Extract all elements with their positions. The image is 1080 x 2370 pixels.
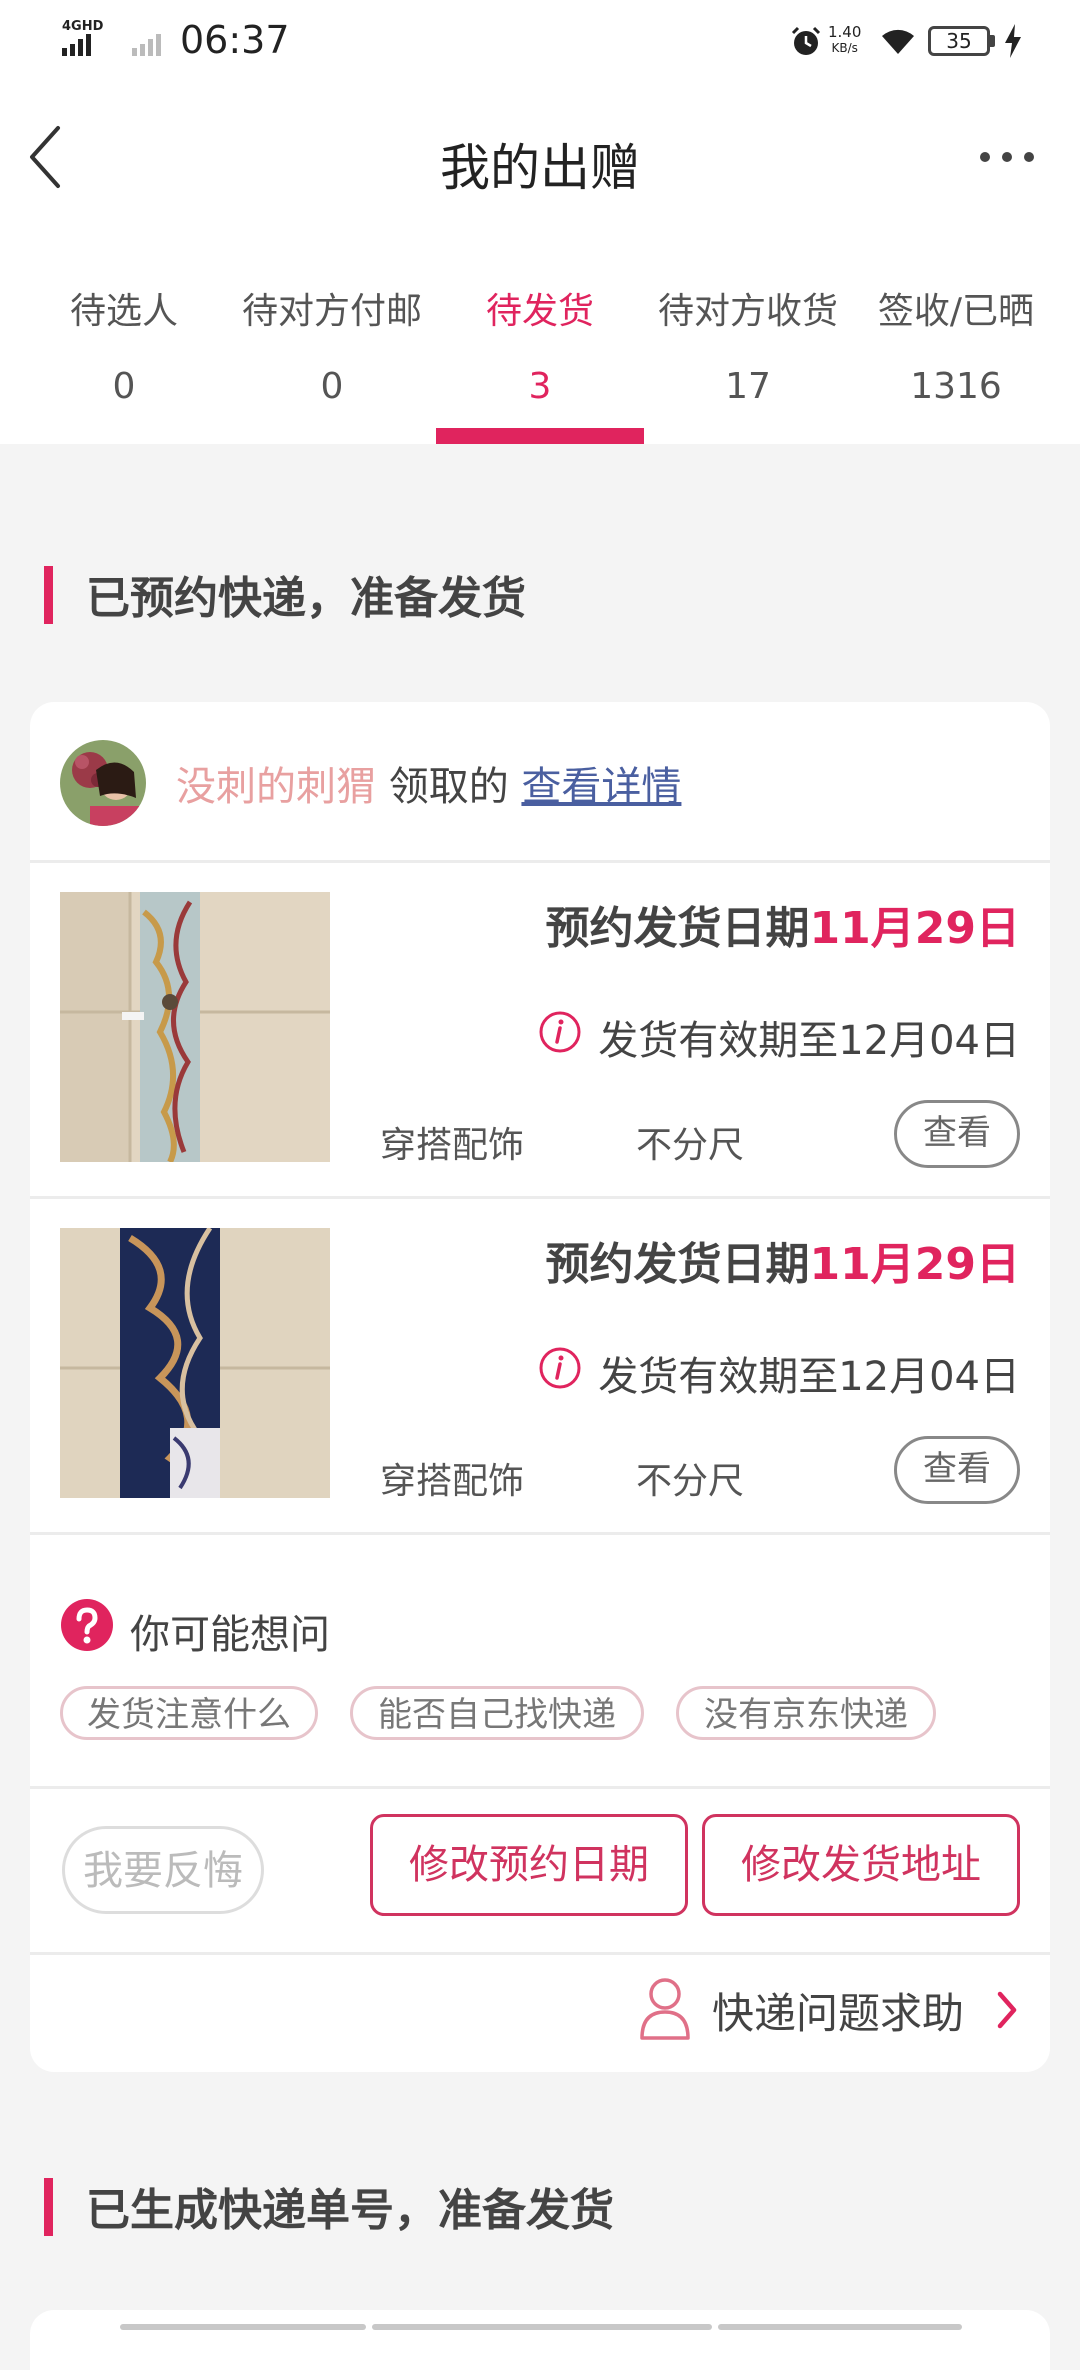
ship-date-label: 预约发货日期 (545, 903, 810, 954)
speed-unit: KB/s (831, 41, 858, 55)
signal-icon-secondary (132, 34, 161, 56)
regret-button[interactable]: 我要反悔 (62, 1826, 264, 1914)
next-card-peek (30, 2310, 1050, 2370)
info-icon (539, 1011, 581, 1053)
network-speed: 1.40 KB/s (828, 24, 861, 56)
peek-bar (718, 2324, 962, 2330)
signal-icon (62, 34, 91, 56)
question-icon (61, 1599, 113, 1651)
change-date-button[interactable]: 修改预约日期 (370, 1814, 688, 1916)
faq-title: 你可能想问 (130, 1612, 330, 1658)
item-photo[interactable] (60, 1228, 330, 1498)
clock: 06:37 (180, 18, 290, 62)
chevron-right-icon (997, 1991, 1017, 2029)
ship-date-value: 11月29日 (809, 903, 1020, 954)
tab-count: 0 (112, 366, 136, 407)
view-button[interactable]: 查看 (894, 1436, 1020, 1504)
status-tabs: 待选人 0 待对方付邮 0 待发货 3 待对方收货 17 签收/已晒 1316 (0, 270, 1080, 444)
ship-deadline: 发货有效期至12月04日 (598, 1354, 1020, 1400)
status-bar: 4GHD 06:37 1.40 KB/s 35 (0, 0, 1080, 80)
receiver-suffix: 领取的 (388, 764, 509, 810)
speed-value: 1.40 (828, 23, 862, 41)
order-card: 没刺的刺猬 领取的 查看详情 预约发货日期11月29日 发货有效期至12月04日… (30, 702, 1050, 2072)
peek-bar (120, 2324, 366, 2330)
ship-date: 预约发货日期11月29日 (546, 1228, 1020, 1292)
tab-count: 17 (725, 366, 771, 407)
tab-pending-postage[interactable]: 待对方付邮 0 (228, 270, 436, 444)
faq-section: 你可能想问 发货注意什么 能否自己找快递 没有京东快递 (30, 1558, 1050, 1786)
view-button[interactable]: 查看 (894, 1100, 1020, 1168)
action-row: 我要反悔 修改预约日期 修改发货地址 (30, 1788, 1050, 1952)
top-panel: 4GHD 06:37 1.40 KB/s 35 我的出赠 待选人 0 待对方付邮… (0, 0, 1080, 444)
item-row: 预约发货日期11月29日 发货有效期至12月04日 穿搭配饰 不分尺 查看 (30, 862, 1050, 1194)
battery-icon: 35 (928, 26, 990, 56)
ship-deadline: 发货有效期至12月04日 (598, 1018, 1020, 1064)
item-photo[interactable] (60, 892, 330, 1162)
tab-pending-select[interactable]: 待选人 0 (20, 270, 228, 444)
network-type: 4GHD (62, 19, 104, 34)
ship-date: 预约发货日期11月29日 (546, 892, 1020, 956)
item-category: 穿搭配饰 (380, 1125, 525, 1166)
faq-chip[interactable]: 没有京东快递 (676, 1686, 936, 1740)
page-title: 我的出赠 (440, 139, 640, 197)
divider (30, 1532, 1050, 1535)
tab-count: 1316 (910, 366, 1002, 407)
ship-date-value: 11月29日 (809, 1239, 1020, 1290)
view-details-link[interactable]: 查看详情 (521, 764, 681, 810)
info-icon (539, 1347, 581, 1389)
person-icon (640, 1978, 690, 2040)
tab-label: 签收/已晒 (877, 291, 1035, 332)
item-row: 预约发货日期11月29日 发货有效期至12月04日 穿搭配饰 不分尺 查看 (30, 1198, 1050, 1530)
receiver-name[interactable]: 没刺的刺猬 (176, 764, 376, 810)
courier-help-label: 快递问题求助 (712, 1989, 965, 2038)
wifi-icon (882, 29, 914, 54)
tab-pending-receive[interactable]: 待对方收货 17 (644, 270, 852, 444)
receiver-row: 没刺的刺猬 领取的 查看详情 (30, 702, 1050, 860)
faq-chip[interactable]: 发货注意什么 (60, 1686, 318, 1740)
more-options-icon[interactable] (978, 150, 1036, 164)
active-tab-indicator (436, 428, 644, 444)
avatar[interactable] (60, 740, 146, 826)
ship-date-label: 预约发货日期 (545, 1239, 810, 1290)
nav-bar: 我的出赠 (0, 100, 1080, 220)
section-accent-bar (44, 566, 53, 624)
section-title: 已预约快递，准备发货 (86, 573, 526, 624)
charging-icon (1005, 24, 1021, 58)
section-accent-bar (44, 2178, 53, 2236)
tab-pending-ship[interactable]: 待发货 3 (436, 270, 644, 444)
courier-help-row[interactable]: 快递问题求助 (30, 1954, 1050, 2072)
tab-signed-shared[interactable]: 签收/已晒 1316 (852, 270, 1060, 444)
tab-count: 3 (528, 366, 552, 407)
item-size: 不分尺 (636, 1125, 745, 1166)
change-address-button[interactable]: 修改发货地址 (702, 1814, 1020, 1916)
alarm-icon (791, 26, 821, 55)
tab-count: 0 (320, 366, 344, 407)
item-category: 穿搭配饰 (380, 1461, 525, 1502)
item-size: 不分尺 (636, 1461, 745, 1502)
receiver-line: 没刺的刺猬 领取的 查看详情 (176, 754, 681, 812)
faq-chip[interactable]: 能否自己找快递 (350, 1686, 644, 1740)
battery-tip (990, 35, 995, 47)
peek-bar (372, 2324, 712, 2330)
section-title: 已生成快递单号，准备发货 (86, 2185, 614, 2236)
